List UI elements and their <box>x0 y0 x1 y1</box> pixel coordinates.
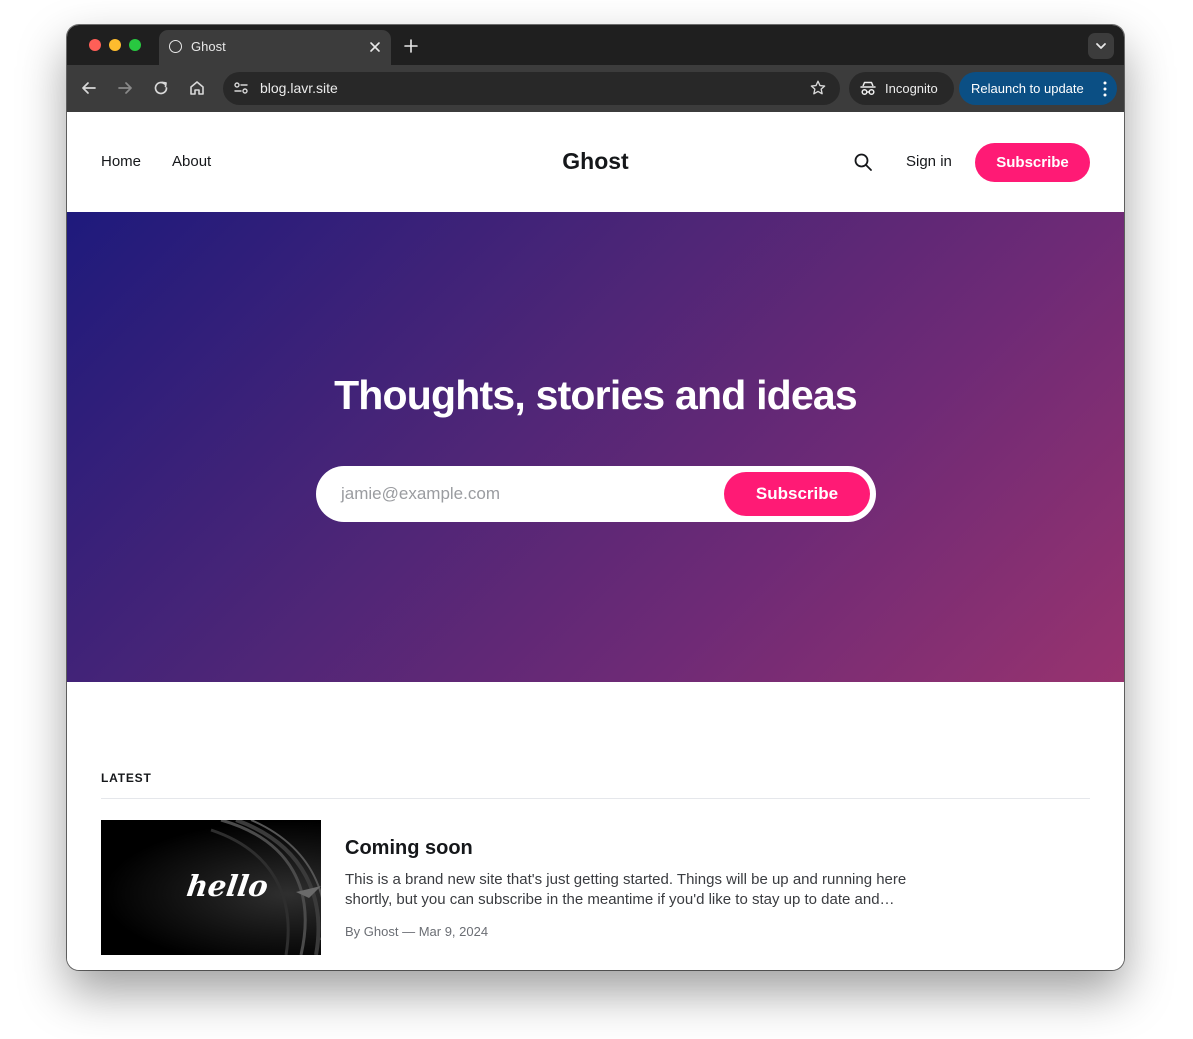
hero-subscribe-button[interactable]: Subscribe <box>724 472 870 516</box>
browser-window: Ghost blog.lavr.site Incognito Relaunch … <box>67 25 1124 970</box>
back-arrow-icon[interactable] <box>79 78 99 98</box>
email-input[interactable]: jamie@example.com <box>341 484 500 504</box>
site-settings-icon[interactable] <box>231 78 251 98</box>
new-tab-icon[interactable] <box>401 36 421 56</box>
tab-title: Ghost <box>191 39 226 54</box>
maximize-window-button[interactable] <box>129 39 141 51</box>
search-icon[interactable] <box>853 152 873 172</box>
latest-section-label: LATEST <box>101 771 152 785</box>
header-subscribe-button[interactable]: Subscribe <box>975 143 1090 182</box>
post-title[interactable]: Coming soon <box>345 837 473 860</box>
relaunch-to-update-button[interactable]: Relaunch to update <box>959 72 1117 105</box>
thumbnail-hello-text: hello <box>184 869 271 903</box>
hero-title: Thoughts, stories and ideas <box>334 372 858 418</box>
browser-toolbar: blog.lavr.site Incognito Relaunch to upd… <box>67 65 1124 112</box>
site-title-link[interactable]: Ghost <box>562 148 628 174</box>
signup-form: jamie@example.com Subscribe <box>316 466 876 522</box>
home-icon[interactable] <box>187 78 207 98</box>
tab-strip: Ghost <box>67 25 1124 65</box>
url-text: blog.lavr.site <box>260 80 338 96</box>
site-brand: Ghost <box>67 148 1124 175</box>
close-window-button[interactable] <box>89 39 101 51</box>
bookmark-star-icon[interactable] <box>809 79 827 97</box>
nav-home-link[interactable]: Home <box>101 153 141 170</box>
minimize-window-button[interactable] <box>109 39 121 51</box>
post-meta: By Ghost — Mar 9, 2024 <box>345 924 489 939</box>
more-menu-icon[interactable] <box>1101 80 1109 98</box>
close-tab-icon[interactable] <box>367 39 383 55</box>
site-header: Home About Ghost Sign in Subscribe <box>67 112 1124 212</box>
post-excerpt: This is a brand new site that's just get… <box>345 871 907 908</box>
incognito-indicator[interactable]: Incognito <box>849 72 954 105</box>
web-page: Home About Ghost Sign in Subscribe Thoug… <box>67 112 1124 970</box>
ghost-favicon-icon <box>169 40 182 53</box>
hero-section: Thoughts, stories and ideas jamie@exampl… <box>67 212 1124 682</box>
incognito-label: Incognito <box>885 81 938 96</box>
section-divider <box>101 798 1090 799</box>
sign-in-link[interactable]: Sign in <box>906 153 952 170</box>
address-bar[interactable]: blog.lavr.site <box>223 72 840 105</box>
relaunch-label: Relaunch to update <box>971 81 1084 96</box>
browser-tab[interactable]: Ghost <box>159 30 391 65</box>
post-card[interactable]: hello Coming soon This is a brand new si… <box>101 820 1090 955</box>
nav-about-link[interactable]: About <box>172 153 211 170</box>
tab-search-button[interactable] <box>1088 33 1114 59</box>
reload-icon[interactable] <box>151 78 171 98</box>
chevron-down-icon <box>1096 43 1106 49</box>
incognito-icon <box>860 81 876 96</box>
forward-arrow-icon[interactable] <box>115 78 135 98</box>
post-thumbnail[interactable]: hello <box>101 820 321 955</box>
